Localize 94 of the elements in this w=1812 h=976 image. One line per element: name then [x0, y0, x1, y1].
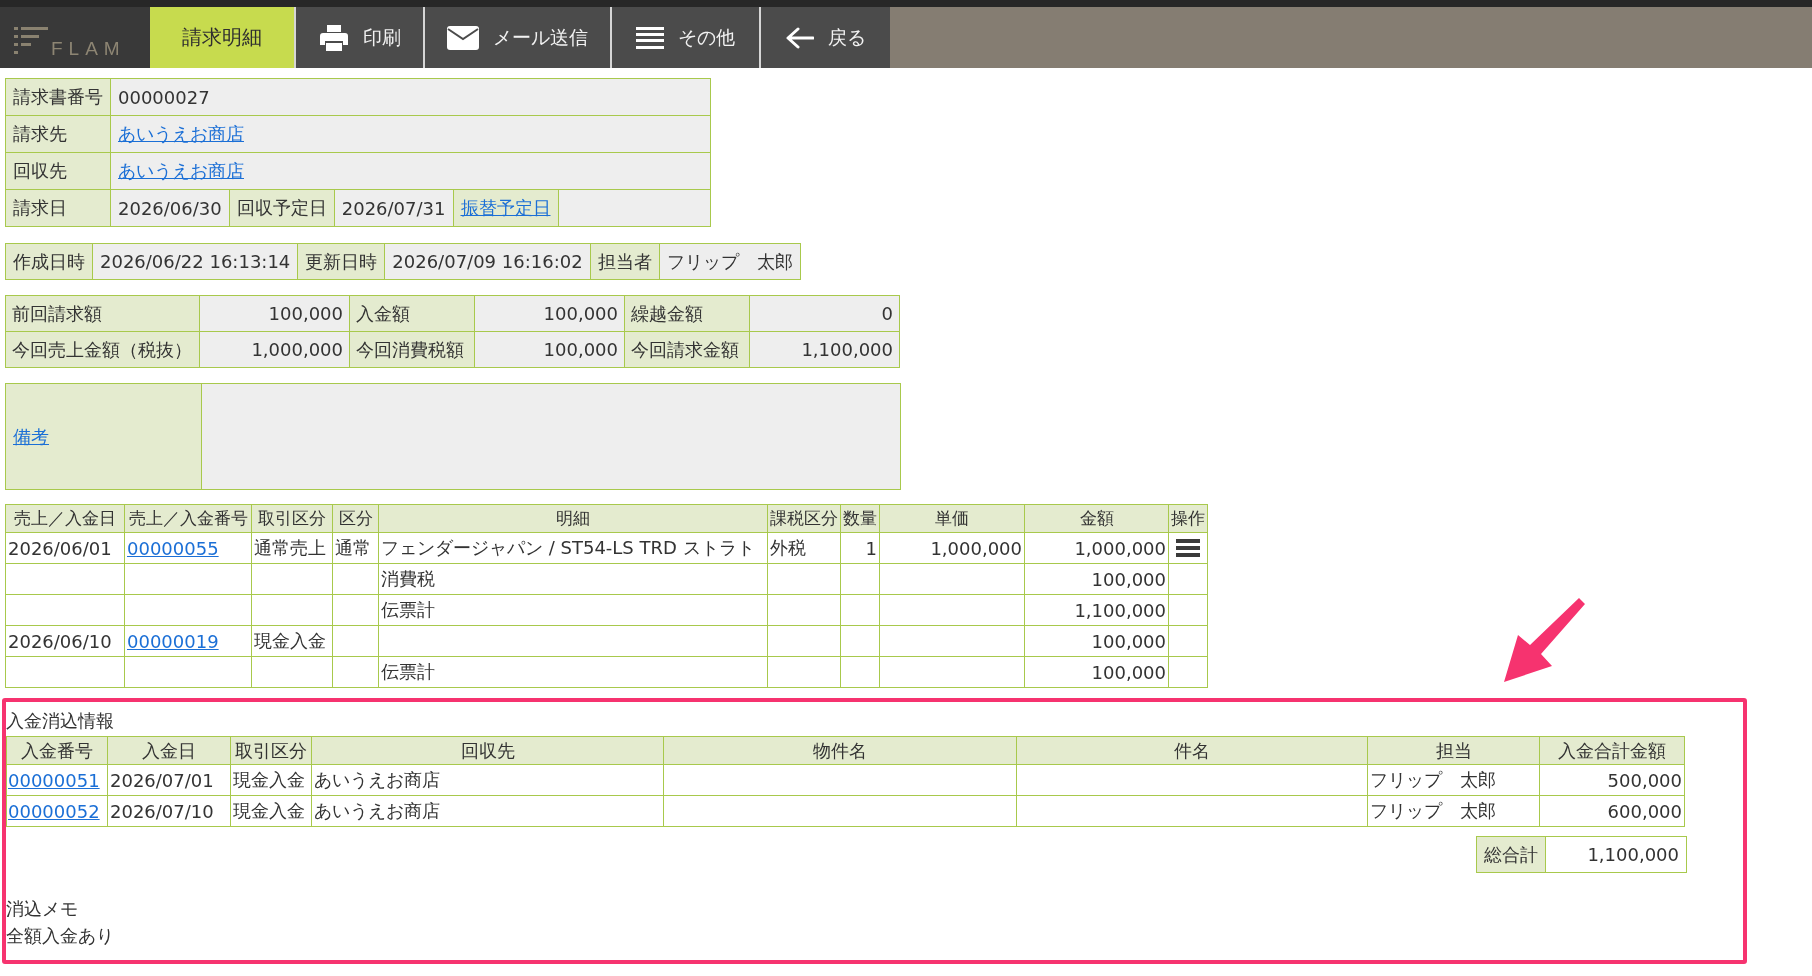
link[interactable]: 00000052	[8, 800, 100, 822]
field-value: 100,000	[474, 331, 625, 368]
field-value: 100,000	[474, 295, 625, 332]
field-label: 今回請求金額	[624, 331, 750, 368]
field-label: 請求日	[5, 189, 111, 227]
table-cell: 消費税	[378, 563, 768, 595]
field-value: 1,100,000	[749, 331, 900, 368]
column-header: 入金番号	[6, 736, 108, 765]
field-label: 入金額	[349, 295, 475, 332]
column-header: 件名	[1016, 736, 1368, 765]
link[interactable]: 00000019	[127, 630, 219, 652]
column-header: 取引区分	[230, 736, 312, 765]
column-header: 区分	[332, 504, 379, 533]
print-button[interactable]: 印刷	[294, 7, 423, 68]
field-value: フリップ 太郎	[659, 243, 801, 280]
column-header: 入金合計金額	[1539, 736, 1685, 765]
table-cell: 100,000	[1024, 625, 1169, 657]
link[interactable]: 00000051	[8, 769, 100, 791]
field-value: 2026/07/31	[334, 189, 453, 227]
menu-icon[interactable]	[1176, 539, 1200, 557]
field-label: 請求書番号	[5, 78, 111, 116]
table-cell: 500,000	[1539, 764, 1685, 796]
table-cell: フリップ 太郎	[1367, 764, 1540, 796]
column-header: 数量	[840, 504, 880, 533]
table-cell: 1,000,000	[1024, 532, 1169, 564]
table-cell: 伝票計	[378, 594, 768, 626]
table-cell: 現金入金	[230, 764, 312, 796]
memo-label: 消込メモ	[6, 897, 79, 921]
field-label: 担当者	[590, 243, 660, 280]
menu-icon	[636, 26, 664, 49]
table-cell: 2026/07/10	[107, 795, 231, 827]
printer-icon	[318, 23, 349, 52]
column-header: 金額	[1024, 504, 1169, 533]
field-label: 繰越金額	[624, 295, 750, 332]
field-label: 請求先	[5, 115, 111, 153]
table-cell: 外税	[767, 532, 841, 564]
table-cell: 現金入金	[230, 795, 312, 827]
table-cell: 通常売上	[251, 532, 333, 564]
field-value: 2026/06/30	[110, 189, 230, 227]
table-cell: 600,000	[1539, 795, 1685, 827]
field-value: 0	[749, 295, 900, 332]
email-button[interactable]: メール送信	[423, 7, 610, 68]
field-value: 100,000	[199, 295, 350, 332]
column-header: 入金日	[107, 736, 231, 765]
logo-mark-icon	[14, 27, 48, 55]
table-cell: 2026/07/01	[107, 764, 231, 796]
more-button[interactable]: その他	[610, 7, 759, 68]
table-cell: 100,000	[1024, 563, 1169, 595]
field-label: 回収先	[5, 152, 111, 190]
link[interactable]: あいうえお商店	[118, 123, 244, 144]
field-value: 1,000,000	[199, 331, 350, 368]
field-label: 更新日時	[297, 243, 385, 280]
logo-text: FLAM	[51, 40, 126, 58]
table-cell: 現金入金	[251, 625, 333, 657]
table-cell: 2026/06/10	[5, 625, 125, 657]
column-header: 回収先	[311, 736, 664, 765]
field-label: 今回売上金額（税抜）	[5, 331, 200, 368]
table-cell: 100,000	[1024, 656, 1169, 688]
section-title: 入金消込情報	[6, 709, 115, 733]
memo-text: 全額入金あり	[6, 924, 115, 948]
column-header: 操作	[1168, 504, 1208, 533]
field-value: 2026/06/22 16:13:14	[92, 243, 298, 280]
table-cell: 2026/06/01	[5, 532, 125, 564]
link[interactable]: 備考	[13, 425, 49, 447]
table-cell: フリップ 太郎	[1367, 795, 1540, 827]
envelope-icon	[447, 25, 479, 50]
field-label: 前回請求額	[5, 295, 200, 332]
table-cell: あいうえお商店	[311, 764, 664, 796]
field-label: 作成日時	[5, 243, 93, 280]
table-cell: あいうえお商店	[311, 795, 664, 827]
column-header: 売上／入金日	[5, 504, 125, 533]
column-header: 取引区分	[251, 504, 333, 533]
column-header: 課税区分	[767, 504, 841, 533]
field-label: 回収予定日	[229, 189, 335, 227]
column-header: 単価	[879, 504, 1025, 533]
table-cell: フェンダージャパン / ST54-LS TRD ストラト	[378, 532, 768, 564]
column-header: 物件名	[663, 736, 1017, 765]
field-value: 00000027	[110, 78, 711, 116]
left-arrow-icon	[785, 26, 814, 49]
field-value: 1,100,000	[1545, 836, 1687, 873]
link[interactable]: 00000055	[127, 537, 219, 559]
column-header: 担当	[1367, 736, 1540, 765]
column-header: 売上／入金番号	[124, 504, 252, 533]
column-header: 明細	[378, 504, 768, 533]
table-cell: 伝票計	[378, 656, 768, 688]
back-button[interactable]: 戻る	[759, 7, 890, 68]
table-cell: 1,100,000	[1024, 594, 1169, 626]
link[interactable]: あいうえお商店	[118, 160, 244, 181]
tab[interactable]: 請求明細	[150, 7, 294, 68]
field-label: 今回消費税額	[349, 331, 475, 368]
link[interactable]: 振替予定日	[460, 197, 551, 218]
field-value: 2026/07/09 16:16:02	[384, 243, 591, 280]
field-label: 総合計	[1476, 836, 1546, 873]
table-cell: 1,000,000	[879, 532, 1025, 564]
